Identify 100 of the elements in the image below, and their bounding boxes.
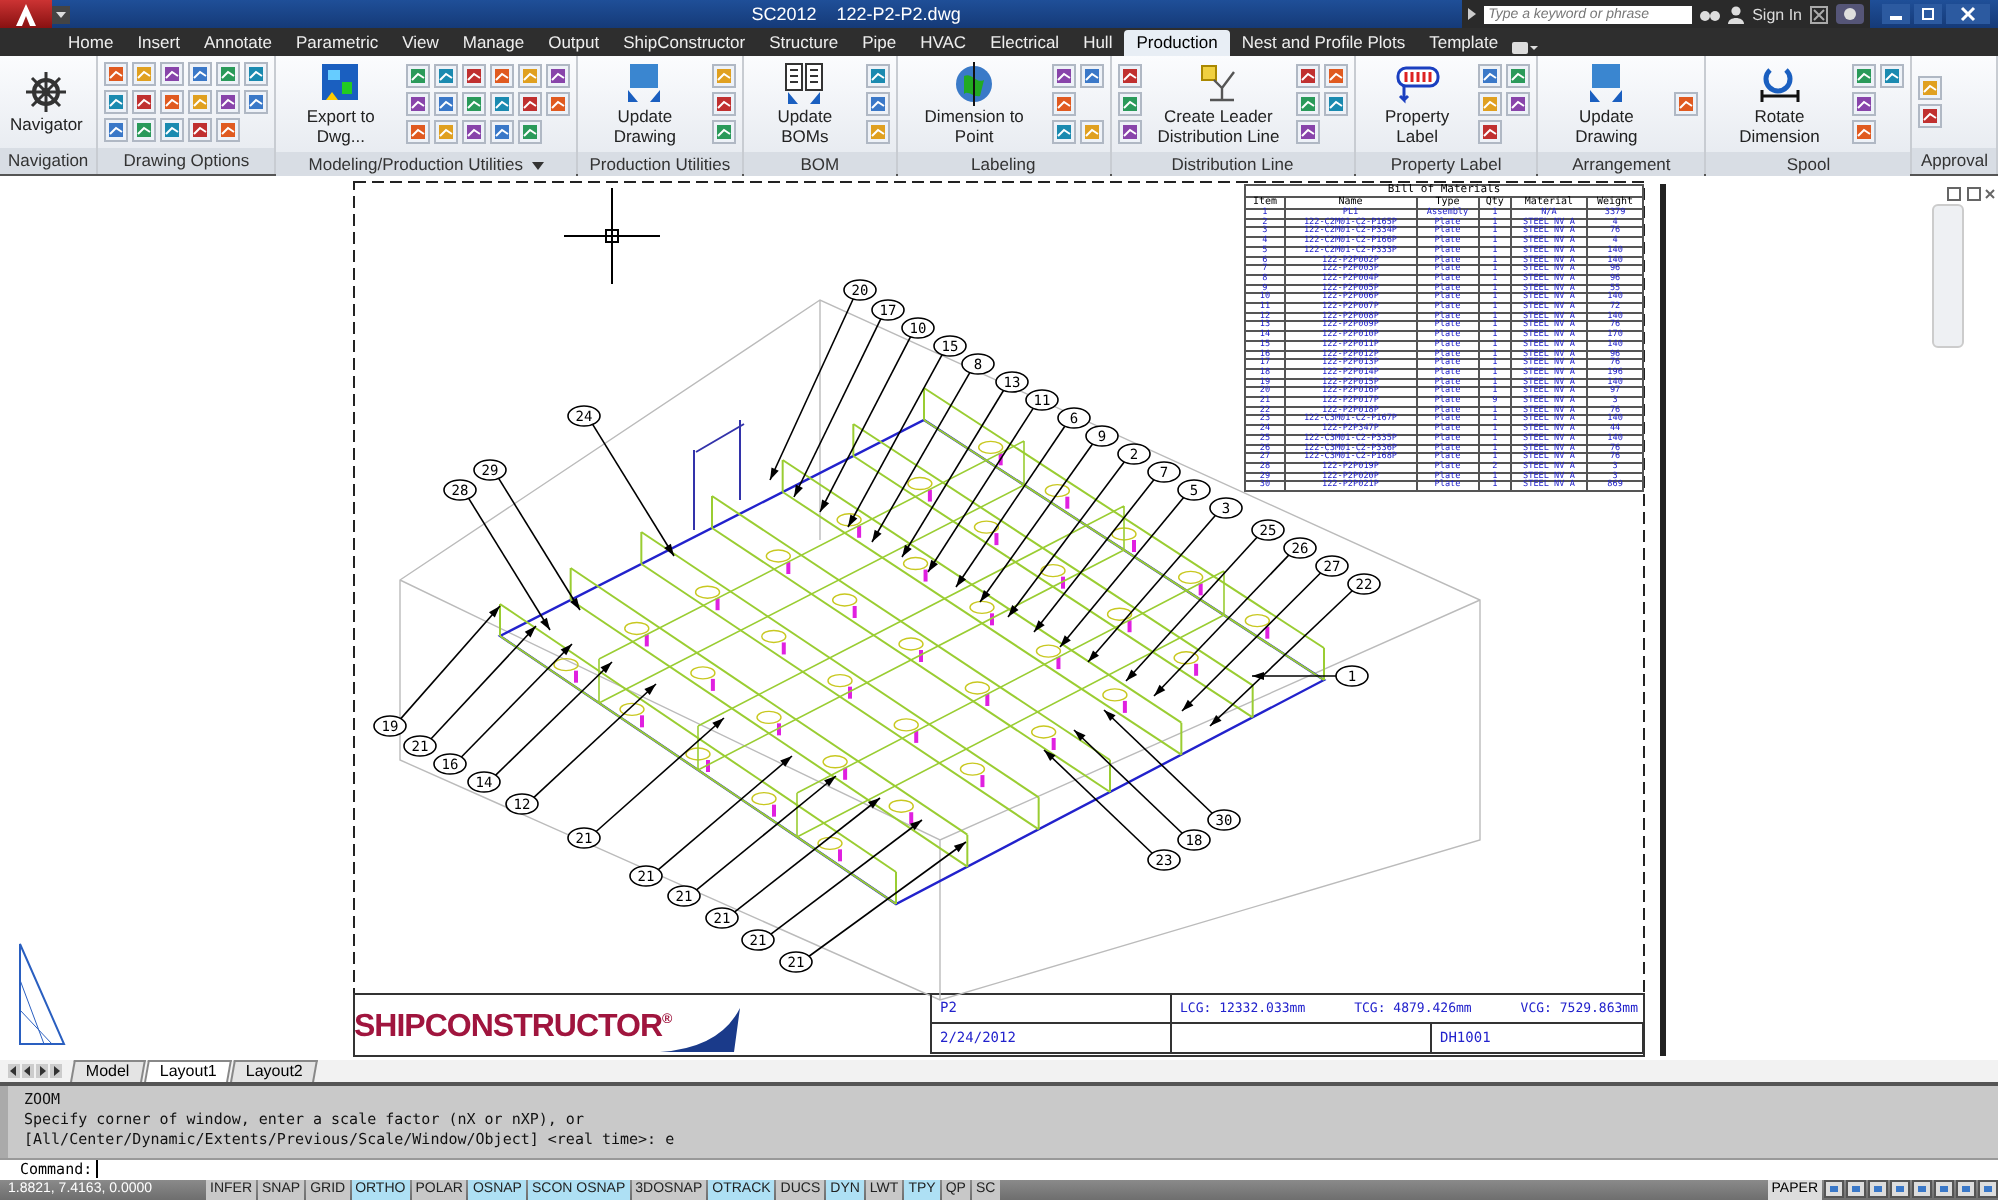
tool-icon[interactable] — [405, 64, 430, 88]
tool-icon[interactable] — [517, 92, 542, 116]
tab-nav-arrow-icon[interactable] — [8, 1064, 20, 1078]
tool-icon[interactable] — [160, 62, 185, 86]
sign-in-link[interactable]: Sign In — [1752, 5, 1802, 23]
caret-icon[interactable] — [531, 161, 544, 169]
tool-icon[interactable] — [1051, 120, 1076, 144]
ribbon-button[interactable]: Update Drawing — [583, 60, 707, 148]
ribbon-button[interactable]: Create Leader Distribution Line — [1147, 60, 1290, 148]
tab-nav-arrow-icon[interactable] — [22, 1064, 34, 1078]
tool-icon[interactable] — [1323, 92, 1348, 116]
tool-icon[interactable] — [405, 92, 430, 116]
tab-nav-arrow-icon[interactable] — [50, 1064, 62, 1078]
ribbon-button[interactable]: Export to Dwg... — [282, 60, 400, 148]
tool-icon[interactable] — [489, 120, 514, 144]
tool-icon[interactable] — [545, 64, 570, 88]
tool-icon[interactable] — [712, 120, 737, 144]
tool-icon[interactable] — [1918, 104, 1943, 128]
ribbon-tab[interactable]: Insert — [125, 30, 192, 56]
tool-icon[interactable] — [1478, 64, 1503, 88]
tool-icon[interactable] — [545, 92, 570, 116]
tool-icon[interactable] — [216, 62, 241, 86]
tool-icon[interactable] — [865, 64, 890, 88]
ribbon-button[interactable]: Rotate Dimension — [1712, 60, 1847, 148]
tool-icon[interactable] — [132, 118, 157, 142]
ribbon-tab[interactable]: ShipConstructor — [611, 30, 758, 56]
layout-tab[interactable]: Layout1 — [143, 1060, 233, 1082]
dropdown-arrow-icon[interactable] — [52, 5, 70, 23]
tool-icon[interactable] — [132, 90, 157, 114]
tool-icon[interactable] — [461, 120, 486, 144]
ribbon-button[interactable]: Dimension to Point — [903, 60, 1046, 148]
ribbon-tab[interactable]: Electrical — [978, 30, 1072, 56]
ribbon-tab[interactable]: Template — [1417, 30, 1511, 56]
tool-icon[interactable] — [1295, 64, 1320, 88]
tool-icon[interactable] — [1117, 120, 1142, 144]
leader-line — [591, 423, 675, 557]
application-menu-button[interactable] — [0, 0, 52, 28]
tool-icon[interactable] — [1506, 92, 1531, 116]
tool-icon[interactable] — [433, 92, 458, 116]
ribbon-tab[interactable]: Structure — [757, 30, 851, 56]
ribbon-button[interactable]: Update Drawing — [1544, 60, 1669, 148]
tool-icon[interactable] — [1852, 92, 1877, 116]
tool-icon[interactable] — [160, 118, 185, 142]
tool-icon[interactable] — [160, 90, 185, 114]
tool-icon[interactable] — [1051, 64, 1076, 88]
tool-icon[interactable] — [1117, 92, 1142, 116]
tool-icon[interactable] — [1323, 64, 1348, 88]
tool-icon[interactable] — [244, 62, 269, 86]
tool-icon[interactable] — [188, 62, 213, 86]
ribbon-tab[interactable]: Home — [56, 30, 126, 56]
ribbon-tab[interactable]: Pipe — [850, 30, 909, 56]
ribbon-tab[interactable]: Manage — [450, 30, 537, 56]
tool-icon[interactable] — [104, 62, 129, 86]
restore-icon[interactable] — [1914, 4, 1942, 24]
ribbon-tab[interactable]: Parametric — [283, 30, 391, 56]
tool-icon[interactable] — [1852, 120, 1877, 144]
tool-icon[interactable] — [1880, 64, 1905, 88]
close-icon[interactable] — [1946, 4, 1990, 24]
ribbon-tab[interactable]: HVAC — [908, 30, 979, 56]
tool-icon[interactable] — [461, 64, 486, 88]
minimize-icon[interactable] — [1882, 4, 1910, 24]
user-icon[interactable] — [1728, 5, 1745, 23]
tool-icon[interactable] — [461, 92, 486, 116]
layout-tab[interactable]: Model — [70, 1060, 146, 1082]
tool-icon[interactable] — [1051, 92, 1076, 116]
tool-icon[interactable] — [216, 90, 241, 114]
panel-title: Production Utilities — [589, 152, 731, 178]
tool-icon[interactable] — [712, 92, 737, 116]
tool-icon[interactable] — [1674, 92, 1699, 116]
toggle-icon[interactable] — [1510, 40, 1539, 56]
ribbon-button[interactable]: Update BOMs — [750, 60, 860, 148]
ribbon-button[interactable]: Property Label — [1361, 60, 1473, 148]
tool-icon[interactable] — [188, 118, 213, 142]
tool-icon[interactable] — [1079, 64, 1104, 88]
tool-icon[interactable] — [1478, 120, 1503, 144]
tool-icon[interactable] — [1295, 92, 1320, 116]
tool-icon[interactable] — [1117, 64, 1142, 88]
tool-icon[interactable] — [517, 120, 542, 144]
tool-icon[interactable] — [1295, 120, 1320, 144]
tool-icon[interactable] — [1852, 64, 1877, 88]
ribbon-tab[interactable]: Hull — [1071, 30, 1125, 56]
tool-icon[interactable] — [216, 118, 241, 142]
tool-icon[interactable] — [489, 92, 514, 116]
tool-icon[interactable] — [433, 64, 458, 88]
caret-icon[interactable] — [1468, 8, 1477, 20]
ribbon-tab[interactable]: View — [390, 30, 451, 56]
layout-tab[interactable]: Layout2 — [230, 1060, 320, 1082]
binoculars-icon[interactable] — [1700, 6, 1721, 22]
tool-icon[interactable] — [104, 90, 129, 114]
tool-icon[interactable] — [489, 64, 514, 88]
ribbon-button[interactable]: Navigator — [6, 68, 87, 136]
tab-nav-arrow-icon[interactable] — [36, 1064, 48, 1078]
ribbon-tab[interactable]: Nest and Profile Plots — [1229, 30, 1418, 56]
ribbon-tab[interactable]: Production — [1124, 30, 1230, 56]
tool-icon[interactable] — [405, 120, 430, 144]
tool-icon[interactable] — [104, 118, 129, 142]
tool-icon[interactable] — [244, 90, 269, 114]
ribbon-tab[interactable]: Annotate — [191, 30, 284, 56]
ribbon-tab[interactable]: Output — [536, 30, 612, 56]
tool-icon[interactable] — [865, 92, 890, 116]
